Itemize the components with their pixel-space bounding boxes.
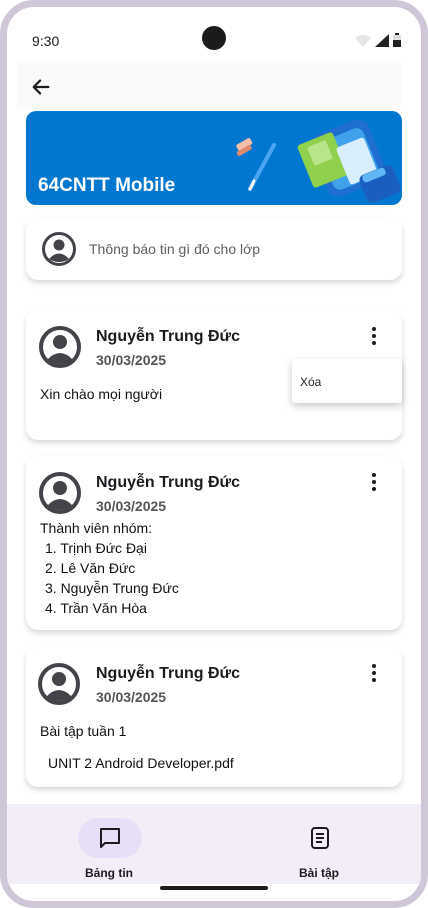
nav-indicator xyxy=(288,818,352,858)
more-options-button[interactable] xyxy=(364,661,384,685)
post-date: 30/03/2025 xyxy=(96,689,167,705)
post-context-menu: Xóa xyxy=(292,359,402,403)
backpack-illustration xyxy=(236,119,401,203)
nav-item-homework[interactable]: Bài tập xyxy=(259,814,379,880)
post-author: Nguyễn Trung Đức xyxy=(96,474,241,491)
list-item: 4. Trần Văn Hòa xyxy=(45,600,147,616)
back-button[interactable] xyxy=(27,73,55,101)
class-banner: 64CNTT Mobile xyxy=(26,111,402,205)
attachment-link[interactable]: UNIT 2 Android Developer.pdf xyxy=(48,755,234,771)
signal-icon xyxy=(375,34,389,47)
battery-icon xyxy=(393,33,401,47)
camera-cutout xyxy=(202,26,226,50)
more-options-button[interactable] xyxy=(364,470,384,494)
nav-label: Bài tập xyxy=(298,866,339,880)
nav-indicator xyxy=(78,818,142,858)
list-item: 1. Trịnh Đức Đại xyxy=(45,540,147,556)
post-card: Nguyễn Trung Đức 30/03/2025 Bài tập tuần… xyxy=(26,647,402,787)
list-item: 3. Nguyễn Trung Đức xyxy=(45,580,179,596)
home-indicator[interactable] xyxy=(160,886,268,890)
message-square-icon xyxy=(100,828,120,848)
delete-menu-item[interactable]: Xóa xyxy=(300,375,321,389)
phone-frame: 9:30 64CNTT Mobile Thông báo tin gì đó c… xyxy=(0,0,428,908)
app-bar xyxy=(17,63,401,109)
status-icons xyxy=(355,33,401,47)
post-body: Thành viên nhóm: 1. Trịnh Đức Đại 2. Lê … xyxy=(40,518,179,618)
user-avatar-icon xyxy=(38,663,80,705)
status-time: 9:30 xyxy=(32,33,60,49)
post-author: Nguyễn Trung Đức xyxy=(96,665,241,682)
nav-label: Bảng tin xyxy=(85,866,133,880)
wifi-icon xyxy=(355,35,371,47)
list-item: 2. Lê Văn Đức xyxy=(45,560,136,576)
user-avatar-icon xyxy=(39,326,81,368)
nav-item-feed[interactable]: Bảng tin xyxy=(49,814,169,880)
post-date: 30/03/2025 xyxy=(96,352,167,368)
arrow-left-icon xyxy=(32,79,50,95)
post-body: Xin chào mọi người xyxy=(40,386,163,402)
document-icon xyxy=(311,827,329,849)
post-card: Nguyễn Trung Đức 30/03/2025 Thành viên n… xyxy=(26,456,402,630)
post-author: Nguyễn Trung Đức xyxy=(96,328,241,345)
status-bar: 9:30 xyxy=(7,7,421,63)
post-date: 30/03/2025 xyxy=(96,498,167,514)
post-body-text: Thành viên nhóm: xyxy=(40,520,153,536)
class-title: 64CNTT Mobile xyxy=(38,175,176,196)
user-avatar-icon xyxy=(39,472,81,514)
post-body: Bài tập tuần 1 xyxy=(40,723,127,739)
bottom-navigation: Bảng tin Bài tập xyxy=(7,804,421,884)
more-options-button[interactable] xyxy=(364,324,384,348)
announce-composer[interactable]: Thông báo tin gì đó cho lớp xyxy=(26,218,402,280)
announce-placeholder: Thông báo tin gì đó cho lớp xyxy=(89,241,261,257)
user-avatar-icon xyxy=(42,232,76,266)
